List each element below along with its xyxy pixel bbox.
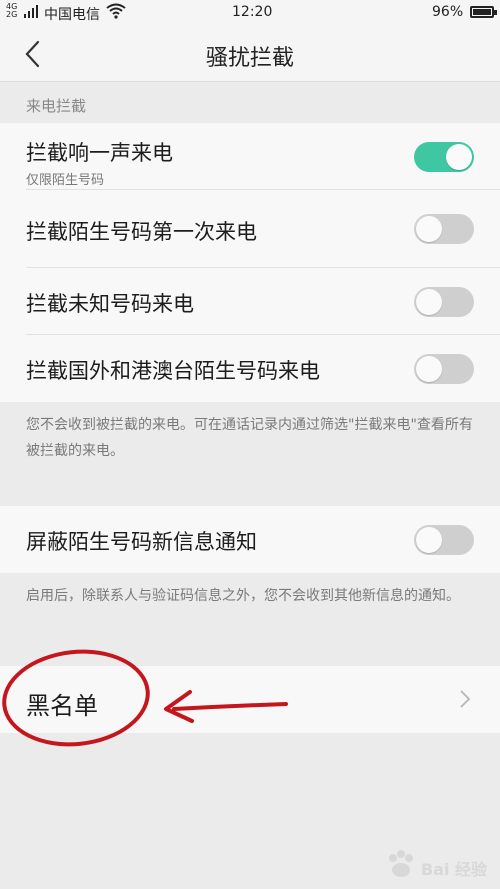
message-section-note: 启用后，除联系人与验证码信息之外，您不会收到其他新信息的通知。 (0, 573, 500, 666)
baidu-watermark: Bai 经验 (385, 848, 495, 884)
message-group: 屏蔽陌生号码新信息通知 (0, 506, 500, 573)
carrier-name: 中国电信 (44, 7, 100, 23)
setting-label: 拦截未知号码来电 (26, 292, 194, 316)
status-time: 12:20 (232, 4, 273, 20)
call-section-note: 您不会收到被拦截的来电。可在通话记录内通过筛选"拦截来电"查看所有被拦截的来电。 (0, 402, 500, 506)
first-call-toggle[interactable] (414, 214, 474, 244)
call-section-title: 来电拦截 (26, 97, 87, 115)
battery-percentage: 96% (432, 4, 464, 20)
blacklist-label: 黑名单 (26, 692, 98, 720)
setting-label: 拦截陌生号码第一次来电 (26, 220, 257, 244)
message-toggle[interactable] (414, 525, 474, 555)
toggle-knob (416, 289, 442, 315)
setting-row-message[interactable]: 屏蔽陌生号码新信息通知 (0, 506, 500, 573)
toggle-knob (416, 527, 442, 553)
toggle-knob (446, 144, 472, 170)
setting-row-unknown[interactable]: 拦截未知号码来电 (0, 268, 500, 335)
chevron-right-icon (460, 690, 471, 708)
setting-label: 拦截响一声来电 (26, 141, 173, 165)
unknown-toggle[interactable] (414, 287, 474, 317)
page-title: 骚扰拦截 (205, 46, 294, 71)
status-bar: 4G 2G 中国电信 12:20 96% (0, 0, 500, 26)
foreign-toggle[interactable] (414, 354, 474, 384)
setting-row-first-call[interactable]: 拦截陌生号码第一次来电 (0, 190, 500, 268)
network-bottom-label: 2G (6, 10, 18, 19)
ring-once-toggle[interactable] (414, 142, 474, 172)
setting-row-ring-once[interactable]: 拦截响一声来电 仅限陌生号码 (0, 123, 500, 190)
paw-icon (389, 850, 413, 877)
network-indicator: 4G 2G (6, 3, 20, 19)
red-arrow-annotation (164, 690, 288, 723)
watermark-text: Bai 经验 (421, 860, 488, 879)
setting-label: 屏蔽陌生号码新信息通知 (26, 530, 257, 554)
toggle-knob (416, 216, 442, 242)
setting-label: 拦截国外和港澳台陌生号码来电 (26, 359, 320, 383)
setting-row-foreign[interactable]: 拦截国外和港澳台陌生号码来电 (0, 335, 500, 402)
call-section-header: 来电拦截 (0, 83, 500, 123)
toggle-knob (416, 356, 442, 382)
title-bar: 骚扰拦截 (0, 26, 500, 82)
setting-subtitle: 仅限陌生号码 (26, 173, 105, 188)
call-blocking-group: 拦截响一声来电 仅限陌生号码 拦截陌生号码第一次来电 拦截未知号码来电 拦截国外… (0, 123, 500, 402)
signal-icon (24, 5, 38, 18)
wifi-icon (106, 3, 126, 19)
battery-icon (470, 6, 497, 18)
